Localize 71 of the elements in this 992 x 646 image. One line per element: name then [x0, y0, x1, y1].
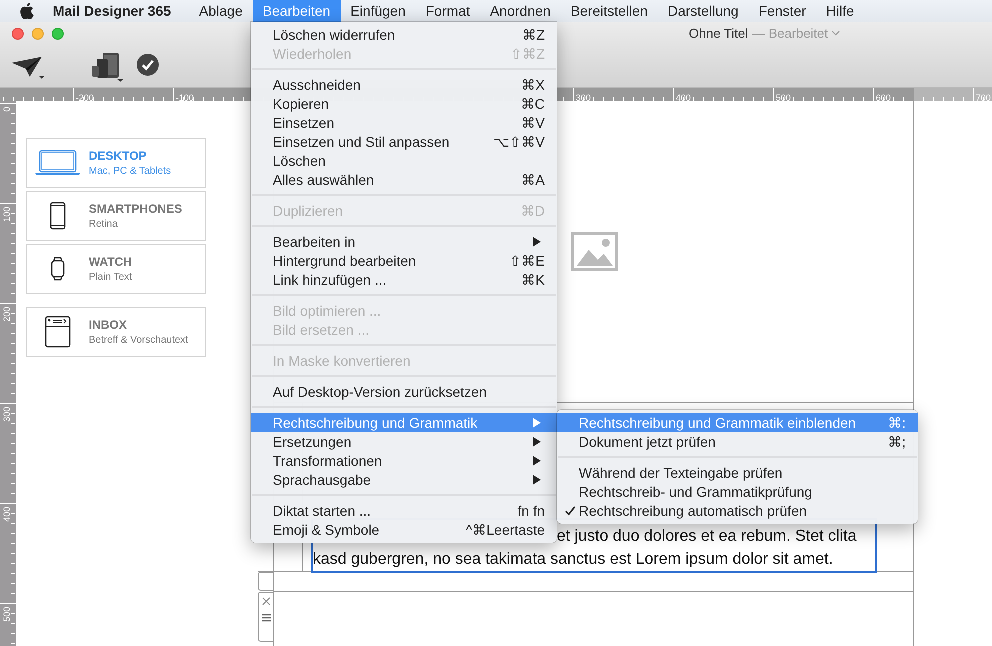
menu-item[interactable]: Einsetzen ⌘V: [251, 113, 557, 132]
device-subtitle: Retina: [89, 219, 119, 230]
device-subtitle: Betreff & Vorschautext: [89, 335, 188, 346]
ruler-label: 400: [675, 93, 692, 101]
ruler-label: 400: [2, 507, 12, 522]
apple-icon[interactable]: [20, 3, 34, 19]
ruler-label: 100: [2, 207, 12, 222]
menu-item[interactable]: Kopieren ⌘C: [251, 94, 557, 113]
smartphone-icon: [50, 202, 66, 230]
menu-bar-item[interactable]: Hilfe: [816, 0, 864, 22]
device-title: WATCH: [89, 255, 132, 269]
menu-item[interactable]: Hintergrund bearbeiten ⇧⌘E: [251, 251, 557, 270]
app-name[interactable]: Mail Designer 365: [53, 3, 182, 19]
device-card[interactable]: SMARTPHONES Retina: [26, 191, 206, 241]
menu-bar-item[interactable]: Ablage: [189, 0, 253, 22]
menu-item[interactable]: Löschen widerrufen ⌘Z: [251, 25, 557, 44]
image-placeholder-icon: [571, 232, 619, 272]
menu-bar-item[interactable]: Einfügen: [340, 0, 416, 22]
menu-item[interactable]: Sprachausgabe: [251, 470, 557, 489]
ruler-label: 700: [975, 93, 992, 101]
device-subtitle: Plain Text: [89, 272, 132, 283]
ruler-label: 300: [575, 93, 592, 101]
minimize-button[interactable]: [32, 28, 44, 40]
menu-item[interactable]: Auf Desktop-Version zurücksetzen: [251, 382, 557, 401]
zoom-button[interactable]: [52, 28, 64, 40]
menu-item[interactable]: Rechtschreib- und Grammatikprüfung: [557, 482, 918, 501]
inbox-icon: [45, 316, 71, 348]
menu-icon[interactable]: [262, 614, 270, 622]
menu-item[interactable]: Link hinzufügen ... ⌘K: [251, 270, 557, 289]
section-handle[interactable]: [258, 572, 273, 591]
close-icon[interactable]: [262, 597, 270, 606]
document-status: — Bearbeitet: [752, 26, 828, 41]
body-text: kasd gubergren, no sea takimata sanctus est Lorem ipsum dolor sit amet.: [313, 550, 834, 570]
checkmark-icon: [565, 506, 576, 516]
menu-item[interactable]: Diktat starten ... fn fn: [251, 501, 557, 520]
ruler-label: 600: [875, 93, 892, 101]
menu-item[interactable]: Ausschneiden ⌘X: [251, 75, 557, 94]
device-card[interactable]: WATCH Plain Text: [26, 244, 206, 294]
device-subtitle: Mac, PC & Tablets: [89, 166, 172, 177]
menu-item[interactable]: Rechtschreibung automatisch prüfen: [557, 501, 918, 520]
menu-item[interactable]: Transformationen: [251, 451, 557, 470]
ruler-label: 300: [2, 407, 12, 422]
menu-item[interactable]: Dokument jetzt prüfen ⌘;: [557, 432, 918, 451]
laptop-icon: [35, 150, 81, 176]
menu-item[interactable]: Löschen: [251, 151, 557, 170]
ruler-label: 500: [775, 93, 792, 101]
menu-bar-item[interactable]: Anordnen: [480, 0, 561, 22]
menu-bar-item[interactable]: Darstellung: [658, 0, 749, 22]
menu-item[interactable]: Bearbeiten in: [251, 232, 557, 251]
body-text: et justo duo dolores et ea rebum. Stet clita: [557, 527, 857, 547]
watch-icon: [51, 257, 65, 281]
menu-bar-item[interactable]: Fenster: [748, 0, 816, 22]
menu-item[interactable]: Ersetzungen: [251, 432, 557, 451]
menu-bar-item[interactable]: Format: [416, 0, 480, 22]
ruler-label: 500: [2, 607, 12, 622]
device-title: DESKTOP: [89, 149, 148, 163]
device-title: SMARTPHONES: [89, 202, 182, 216]
checkmark-circle-icon[interactable]: [137, 54, 159, 76]
menu-bar-item[interactable]: Bereitstellen: [560, 0, 658, 22]
device-card[interactable]: INBOX Betreff & Vorschautext: [26, 307, 206, 357]
ruler-label: 0: [2, 107, 12, 112]
window-title: Ohne Titel: [689, 26, 748, 41]
menu-item[interactable]: Einsetzen und Stil anpassen ⌥⇧⌘V: [251, 132, 557, 151]
device-title: INBOX: [89, 318, 128, 332]
close-button[interactable]: [12, 28, 24, 40]
chevron-down-icon[interactable]: [832, 31, 840, 36]
ruler-label: 200: [2, 307, 12, 322]
menu-item[interactable]: Während der Texteingabe prüfen: [557, 463, 918, 482]
paper-plane-icon[interactable]: [12, 57, 46, 81]
menu-item[interactable]: Alles auswählen ⌘A: [251, 170, 557, 189]
devices-icon[interactable]: [91, 52, 125, 82]
